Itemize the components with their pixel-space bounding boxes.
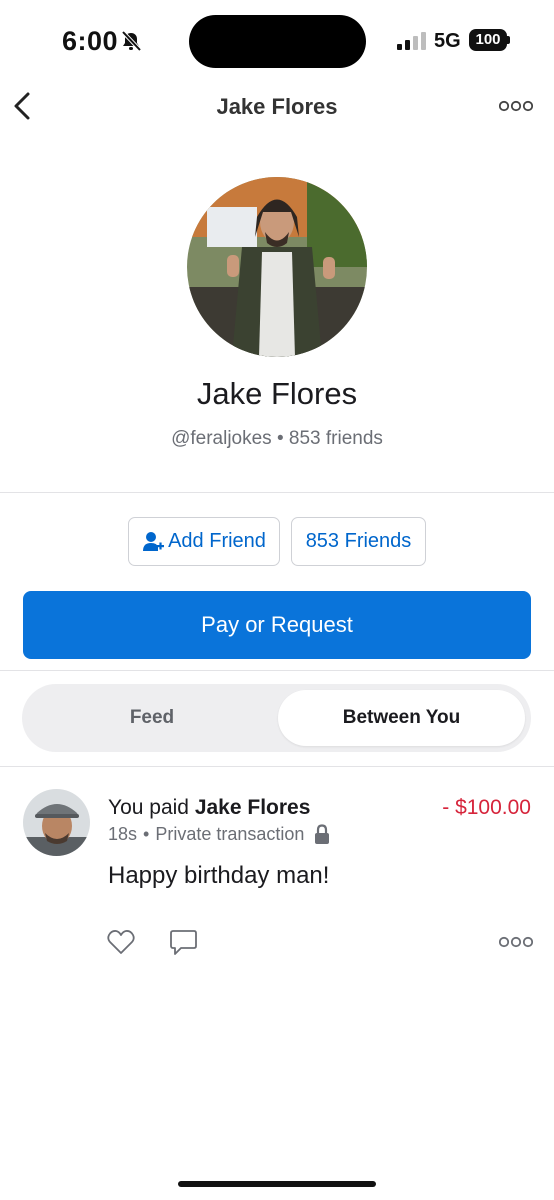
section-divider bbox=[0, 670, 554, 671]
section-divider bbox=[0, 492, 554, 493]
heart-icon[interactable] bbox=[107, 929, 135, 955]
friends-button[interactable]: 853 Friends bbox=[291, 517, 426, 566]
avatar[interactable] bbox=[23, 789, 90, 856]
tab-between-you-label: Between You bbox=[342, 707, 461, 728]
add-person-icon bbox=[143, 531, 165, 551]
lock-icon bbox=[315, 824, 330, 844]
friends-button-label: 853 Friends bbox=[305, 530, 412, 552]
home-indicator[interactable] bbox=[178, 1181, 376, 1187]
avatar-image bbox=[23, 789, 90, 856]
nav-bar: Jake Flores bbox=[0, 84, 554, 130]
transaction-time: 18s bbox=[108, 824, 138, 844]
profile-meta: @feraljokes • 853 friends bbox=[0, 428, 554, 450]
transaction-title: You paid Jake Flores bbox=[108, 796, 310, 820]
pay-or-request-label: Pay or Request bbox=[201, 612, 353, 637]
section-divider bbox=[0, 766, 554, 767]
tab-feed[interactable]: Feed bbox=[28, 690, 276, 746]
profile-name: Jake Flores bbox=[196, 376, 358, 411]
comment-icon[interactable] bbox=[169, 929, 198, 957]
tab-feed-label: Feed bbox=[129, 707, 175, 728]
transaction-prefix: You paid bbox=[108, 796, 189, 819]
battery-indicator: 100 bbox=[469, 29, 507, 51]
status-bar: 6:00 5G 100 bbox=[0, 0, 554, 84]
profile-photo[interactable] bbox=[187, 177, 367, 357]
pay-or-request-button[interactable]: Pay or Request bbox=[23, 591, 531, 659]
transaction-meta: 18s • Private transaction bbox=[108, 824, 330, 845]
profile-photo-image bbox=[187, 177, 367, 357]
transaction-recipient[interactable]: Jake Flores bbox=[195, 796, 311, 819]
signal-icon bbox=[397, 32, 426, 50]
transaction-message: Happy birthday man! bbox=[108, 862, 330, 889]
add-friend-label: Add Friend bbox=[168, 530, 266, 552]
transaction-privacy: Private transaction bbox=[155, 824, 305, 844]
profile-friends-count[interactable]: 853 friends bbox=[289, 428, 383, 449]
more-options-icon[interactable] bbox=[499, 935, 533, 949]
transaction-amount: - $100.00 bbox=[442, 796, 531, 819]
profile-username[interactable]: @feraljokes bbox=[171, 428, 272, 449]
meta-separator: • bbox=[276, 428, 284, 449]
bell-slash-icon bbox=[121, 30, 142, 52]
status-time: 6:00 bbox=[62, 26, 119, 56]
add-friend-button[interactable]: Add Friend bbox=[128, 517, 280, 566]
more-options-icon[interactable] bbox=[499, 99, 533, 113]
tab-between-you[interactable]: Between You bbox=[278, 690, 525, 746]
network-label: 5G bbox=[434, 30, 461, 52]
dynamic-island bbox=[189, 15, 366, 68]
nav-title: Jake Flores bbox=[216, 94, 338, 119]
battery-tip bbox=[507, 36, 510, 44]
meta-separator: • bbox=[143, 824, 150, 844]
segmented-tabs: Feed Between You bbox=[22, 684, 531, 752]
